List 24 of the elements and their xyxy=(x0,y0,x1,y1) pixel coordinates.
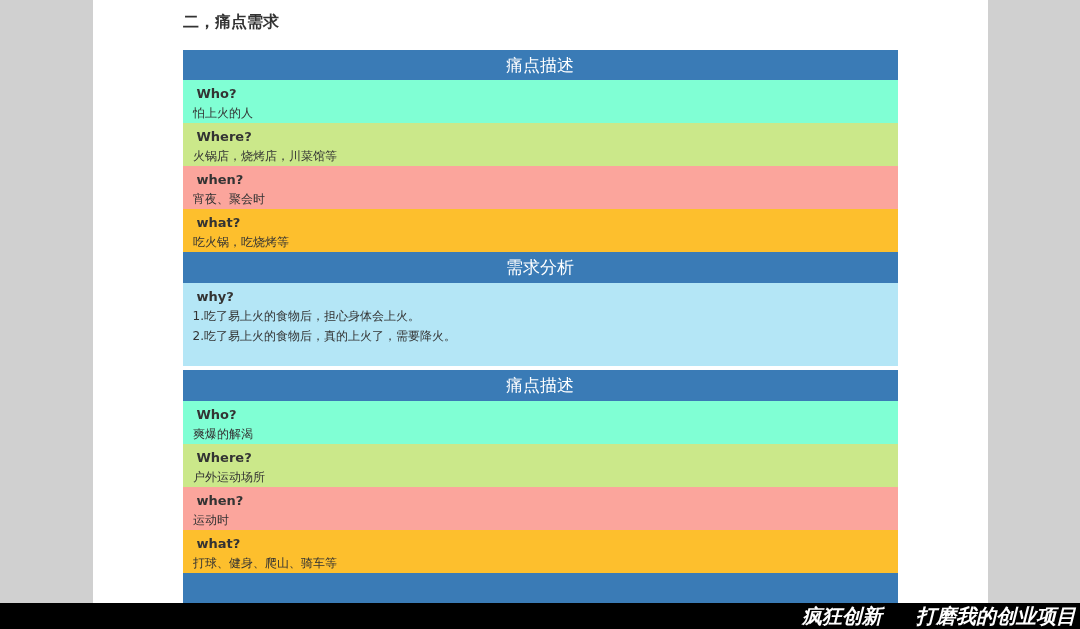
row-label: Where? xyxy=(195,448,253,467)
section-header: 需求分析 xyxy=(182,252,898,283)
row-label: Who? xyxy=(195,85,238,104)
row-text: 户外运动场所 xyxy=(192,468,266,486)
row-label: what? xyxy=(195,214,242,233)
caption-text: 打磨我的创业项目 xyxy=(916,602,1076,629)
row-text: 火锅店，烧烤店，川菜馆等 xyxy=(192,148,338,166)
row-label: what? xyxy=(195,534,242,553)
row-text: 爽爆的解渴 xyxy=(192,425,254,443)
row-text: 怕上火的人 xyxy=(192,105,254,123)
row-text: 宵夜、聚会时 xyxy=(192,191,266,209)
row-label: Who? xyxy=(195,405,238,424)
section-heading: 二，痛点需求 xyxy=(182,11,280,33)
analysis-line: 1.吃了易上火的食物后，担心身体会上火。 xyxy=(192,307,421,325)
section-header: 痛点描述 xyxy=(182,370,898,401)
row-label: when? xyxy=(195,491,245,510)
row-label: why? xyxy=(195,287,235,306)
analysis-line: 2.吃了易上火的食物后，真的上火了，需要降火。 xyxy=(192,327,457,345)
row-text: 打球、健身、爬山、骑车等 xyxy=(192,554,338,572)
row-text: 运动时 xyxy=(192,511,230,529)
section-header: 痛点描述 xyxy=(182,49,898,81)
row-label: when? xyxy=(195,171,245,190)
row-label: Where? xyxy=(195,128,253,147)
row-text: 吃火锅，吃烧烤等 xyxy=(192,234,290,252)
